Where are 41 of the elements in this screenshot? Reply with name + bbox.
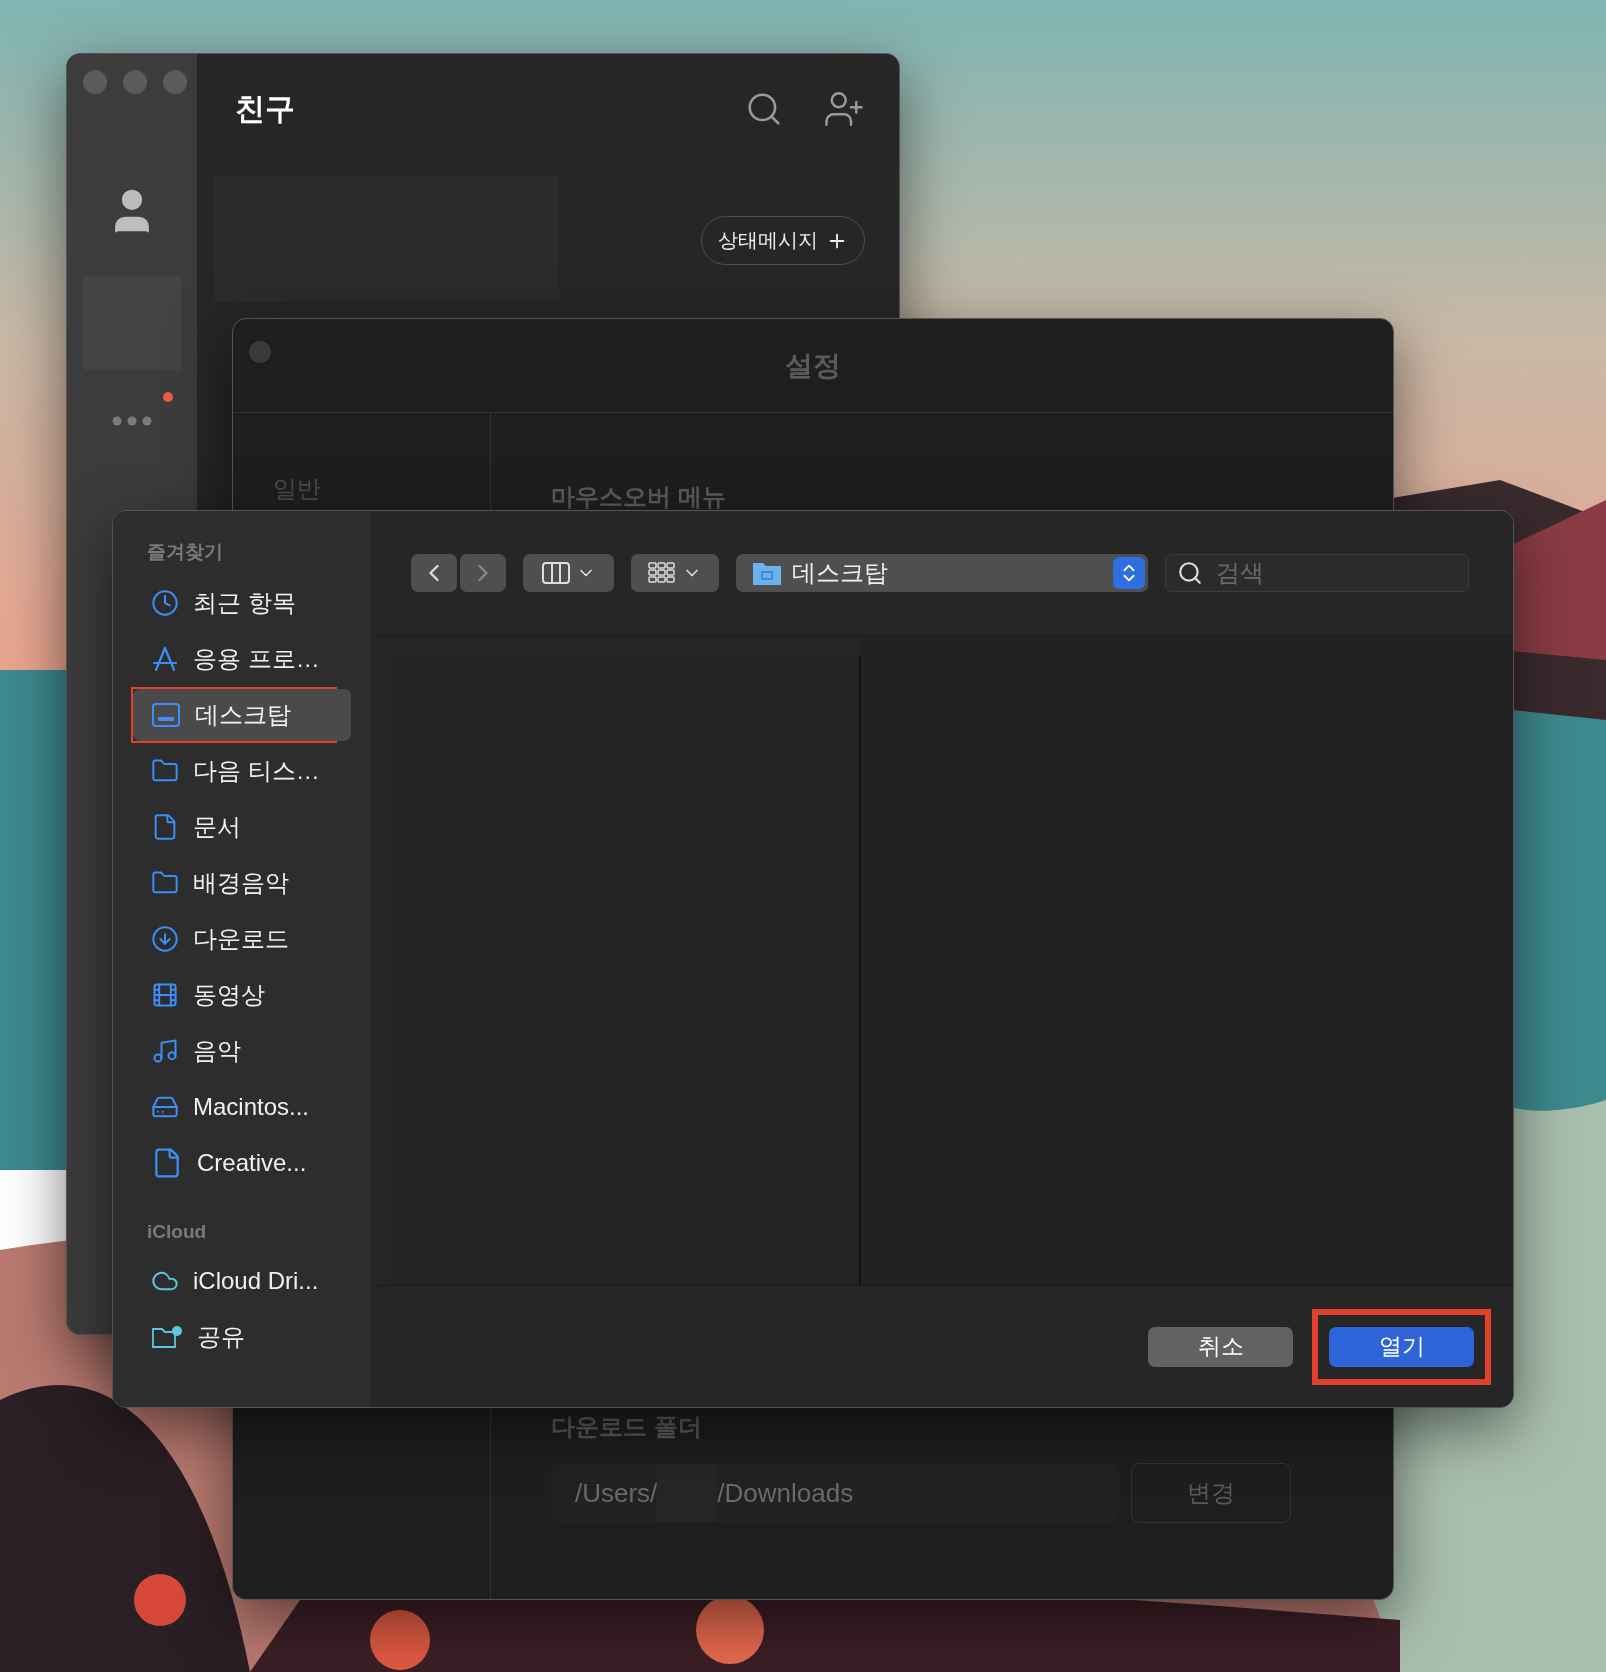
sidebar-item[interactable]: 문서 — [133, 801, 335, 853]
grid-icon — [648, 562, 676, 584]
open-button[interactable]: 열기 — [1329, 1326, 1474, 1367]
desktop-icon — [151, 702, 181, 728]
sidebar-item[interactable]: 배경음악 — [133, 857, 335, 909]
sidebar-item[interactable]: 공유 — [133, 1311, 335, 1363]
cancel-button[interactable]: 취소 — [1148, 1326, 1293, 1367]
path-text: /Users/ — [575, 1477, 658, 1509]
clock-icon — [151, 589, 179, 617]
shared-folder-icon — [151, 1324, 183, 1350]
sidebar-heading: iCloud — [147, 1221, 208, 1243]
music-note-icon — [151, 1037, 179, 1065]
sidebar-item[interactable]: Creative... — [133, 1137, 335, 1189]
forward-button[interactable] — [460, 554, 506, 592]
sidebar-item[interactable]: Macintos... — [133, 1081, 335, 1133]
more-icon[interactable] — [112, 416, 152, 426]
group-view-button[interactable] — [631, 554, 719, 592]
stepper-icon — [1113, 557, 1145, 589]
sidebar-heading: 즐겨찾기 — [147, 540, 224, 564]
sidebar-item[interactable]: 다운로드 — [133, 913, 335, 965]
film-icon — [151, 981, 179, 1009]
folder-icon — [752, 560, 782, 586]
column-view-button[interactable] — [523, 554, 614, 592]
path-text: /Downloads — [717, 1477, 854, 1509]
back-button[interactable] — [411, 554, 457, 592]
location-dropdown[interactable]: 데스크탑 — [736, 554, 1148, 592]
columns-icon — [541, 562, 570, 584]
window-title: 설정 — [785, 348, 841, 383]
sidebar-item[interactable]: iCloud Dri... — [133, 1255, 335, 1307]
sidebar-item[interactable]: 다음 티스… — [133, 745, 335, 797]
search-icon — [1177, 560, 1203, 586]
search-field[interactable]: 검색 — [1165, 554, 1469, 592]
sidebar-item[interactable]: 데스크탑 — [133, 689, 351, 741]
compass-letter-a-icon — [151, 645, 179, 673]
download-icon — [151, 925, 179, 953]
sidebar-item[interactable]: 음악 — [133, 1025, 335, 1077]
sidebar-item[interactable]: 응용 프로… — [133, 633, 335, 685]
sidebar-item[interactable]: 동영상 — [133, 969, 335, 1021]
section-heading: 마우스오버 메뉴 — [551, 482, 727, 512]
sidebar-item[interactable]: 최근 항목 — [133, 577, 335, 629]
window-title: 친구 — [235, 90, 296, 127]
